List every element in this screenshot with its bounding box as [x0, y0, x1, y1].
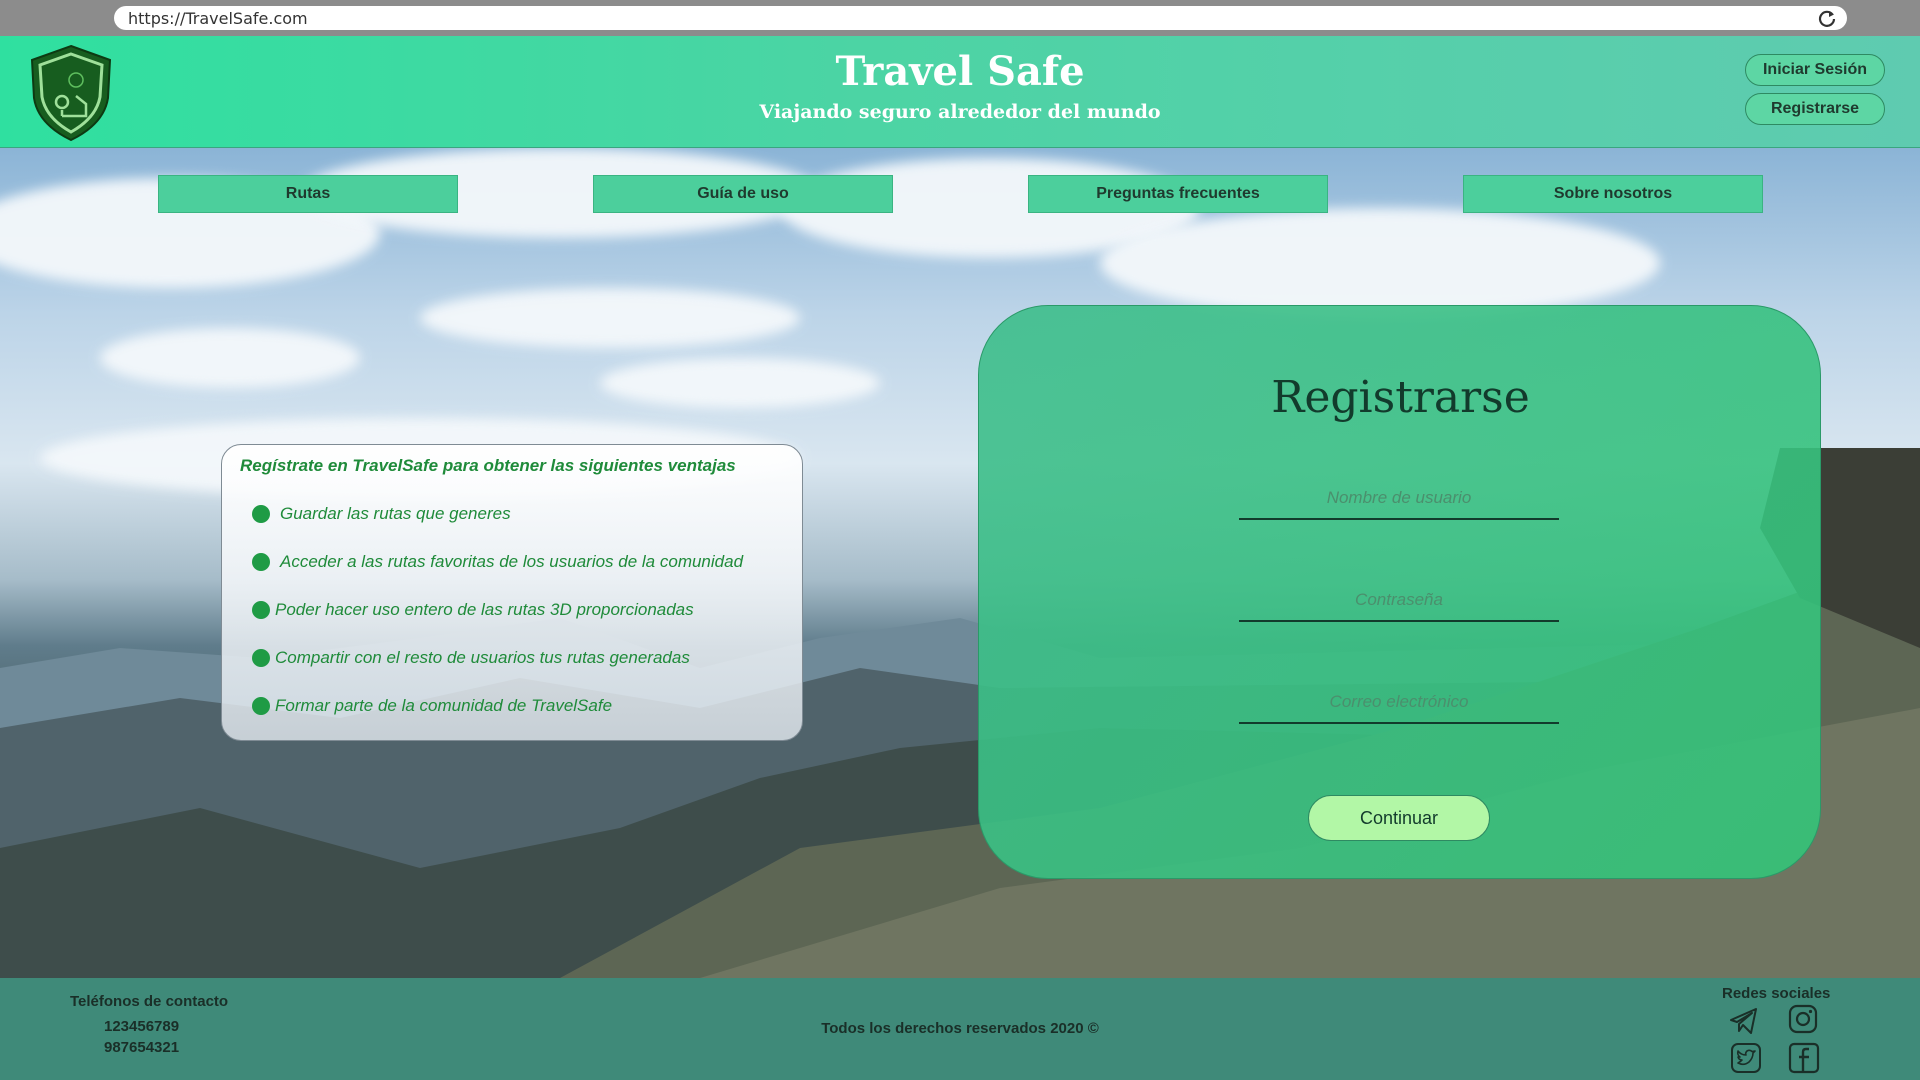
- benefits-heading: Regístrate en TravelSafe para obtener la…: [240, 456, 736, 475]
- benefits-panel: Regístrate en TravelSafe para obtener la…: [221, 444, 803, 741]
- continue-button[interactable]: Continuar: [1308, 795, 1490, 841]
- reload-icon[interactable]: [1817, 8, 1837, 28]
- bullet-icon: [252, 505, 270, 523]
- benefit-text: Compartir con el resto de usuarios tus r…: [275, 648, 690, 667]
- bullet-icon: [252, 649, 270, 667]
- benefit-text: Poder hacer uso entero de las rutas 3D p…: [275, 600, 694, 619]
- benefit-item: Compartir con el resto de usuarios tus r…: [252, 648, 690, 668]
- benefit-text: Formar parte de la comunidad de TravelSa…: [275, 696, 613, 715]
- site-footer: Teléfonos de contacto 123456789 98765432…: [0, 978, 1920, 1080]
- register-title: Registrarse: [1271, 372, 1530, 423]
- social-title: Redes sociales: [1722, 985, 1831, 1002]
- register-button[interactable]: Registrarse: [1745, 93, 1885, 125]
- benefit-item: Formar parte de la comunidad de TravelSa…: [252, 696, 612, 716]
- phone-number: 987654321: [104, 1039, 180, 1056]
- bullet-icon: [252, 697, 270, 715]
- site-subtitle: Viajando seguro alrededor del mundo: [759, 101, 1161, 123]
- address-bar[interactable]: https://TravelSafe.com: [114, 6, 1847, 30]
- benefit-item: Acceder a las rutas favoritas de los usu…: [252, 552, 743, 572]
- benefit-item: Guardar las rutas que generes: [252, 504, 511, 524]
- email-input[interactable]: Correo electrónico: [1239, 684, 1559, 724]
- nav-rutas[interactable]: Rutas: [158, 175, 458, 213]
- benefit-text: Acceder a las rutas favoritas de los usu…: [280, 552, 744, 571]
- telegram-icon[interactable]: [1728, 1005, 1760, 1037]
- facebook-icon[interactable]: [1788, 1042, 1820, 1074]
- instagram-icon[interactable]: [1787, 1003, 1819, 1035]
- nav-guia-de-uso[interactable]: Guía de uso: [593, 175, 893, 213]
- nav-preguntas-frecuentes[interactable]: Preguntas frecuentes: [1028, 175, 1328, 213]
- password-input[interactable]: Contraseña: [1239, 582, 1559, 622]
- username-input[interactable]: Nombre de usuario: [1239, 480, 1559, 520]
- url-text: https://TravelSafe.com: [128, 9, 308, 28]
- benefit-text: Guardar las rutas que generes: [280, 504, 511, 523]
- bullet-icon: [252, 601, 270, 619]
- contact-title: Teléfonos de contacto: [70, 993, 229, 1010]
- site-title: Travel Safe: [835, 48, 1085, 95]
- bullet-icon: [252, 553, 270, 571]
- benefit-item: Poder hacer uso entero de las rutas 3D p…: [252, 600, 694, 620]
- login-button[interactable]: Iniciar Sesión: [1745, 54, 1885, 86]
- copyright-text: Todos los derechos reservados 2020 ©: [821, 1020, 1099, 1037]
- nav-sobre-nosotros[interactable]: Sobre nosotros: [1463, 175, 1763, 213]
- register-form: Registrarse Nombre de usuario Contraseña…: [978, 305, 1821, 879]
- site-header: Travel Safe Viajando seguro alrededor de…: [0, 36, 1920, 148]
- twitter-icon[interactable]: [1730, 1042, 1762, 1074]
- browser-bar: https://TravelSafe.com: [0, 0, 1920, 36]
